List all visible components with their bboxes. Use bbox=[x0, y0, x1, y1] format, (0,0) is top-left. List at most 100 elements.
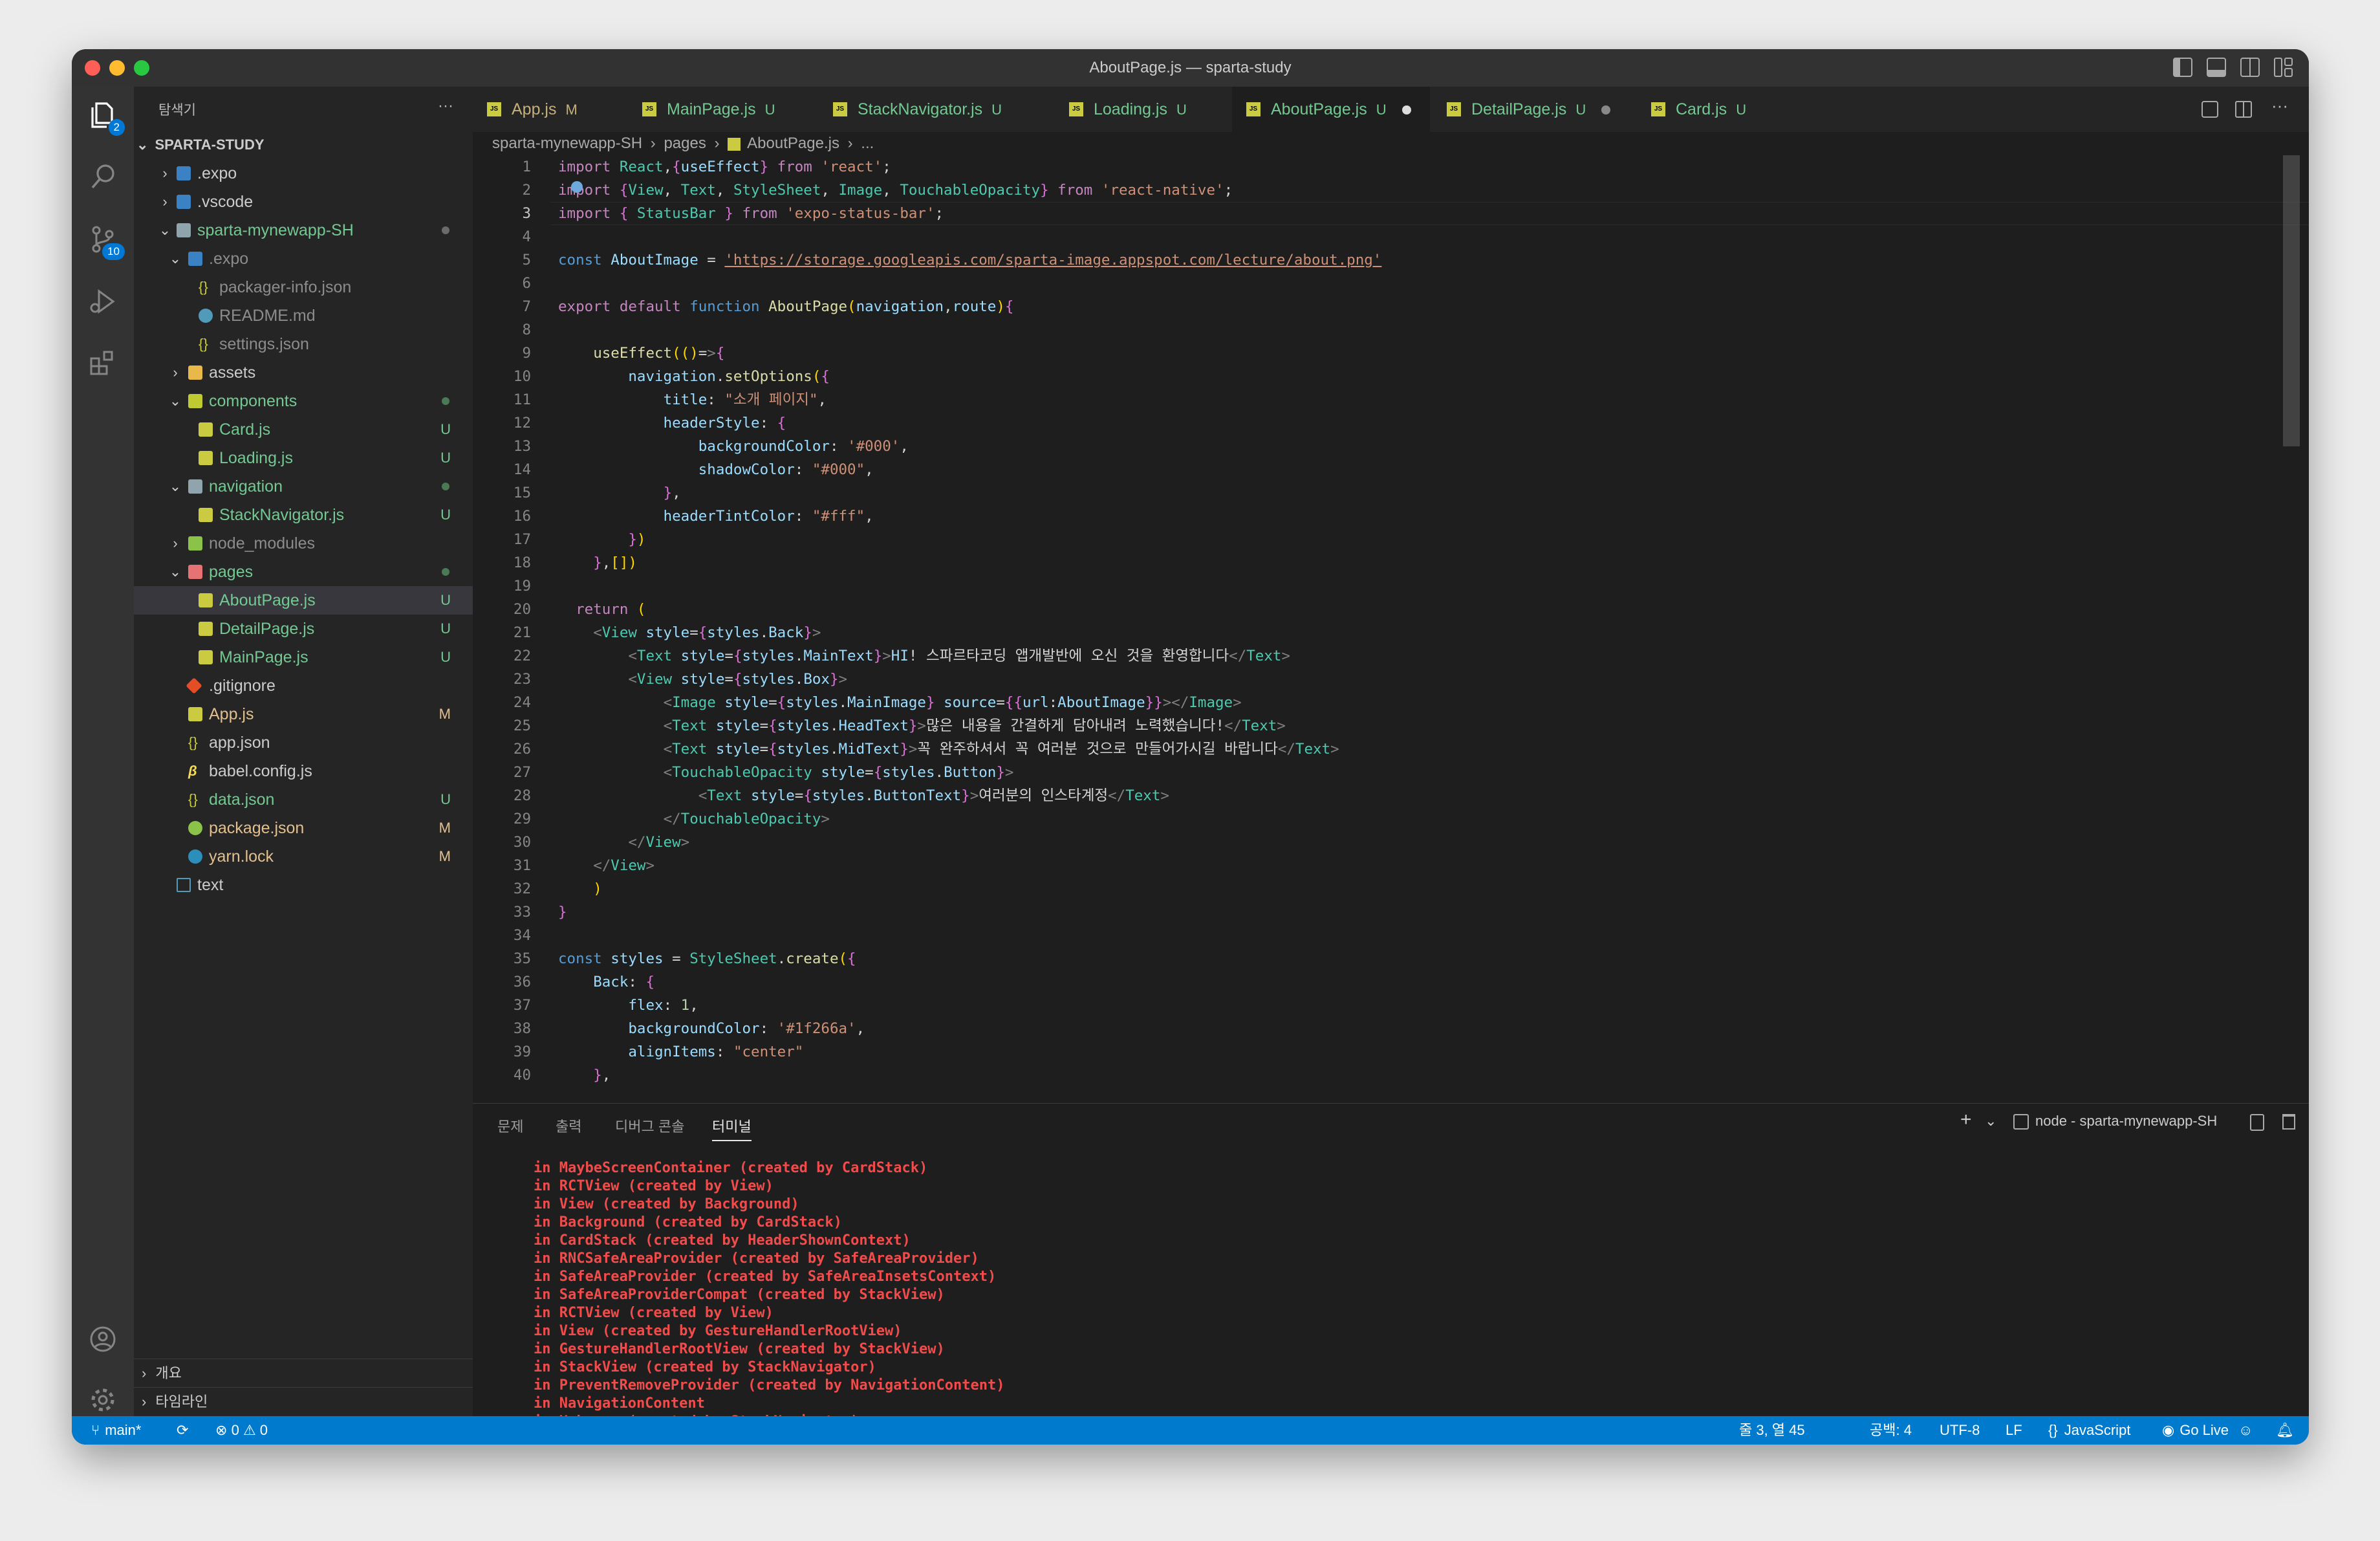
lightbulb-icon[interactable] bbox=[571, 181, 583, 193]
code-line[interactable]: useEffect(()=>{ bbox=[558, 342, 724, 365]
tree-item-stacknavigator[interactable]: StackNavigator.js U bbox=[134, 501, 473, 529]
code-line[interactable]: flex: 1, bbox=[558, 994, 698, 1017]
toggle-panel-icon[interactable] bbox=[2207, 58, 2226, 77]
code-line[interactable]: headerStyle: { bbox=[558, 411, 786, 435]
tab-loading[interactable]: JS Loading.js U bbox=[1055, 87, 1229, 132]
tab-stacknavigator[interactable]: JS StackNavigator.js U bbox=[819, 87, 1055, 132]
tree-item-gitignore[interactable]: .gitignore bbox=[134, 672, 473, 700]
account-icon[interactable] bbox=[87, 1324, 118, 1355]
tab-mainpage[interactable]: JS MainPage.js U bbox=[628, 87, 816, 132]
split-editor-icon[interactable] bbox=[2235, 101, 2252, 118]
indentation[interactable]: 공백: 4 bbox=[1870, 1416, 1912, 1445]
code-line[interactable]: },[]) bbox=[558, 551, 637, 574]
editor-more-icon[interactable]: ··· bbox=[2271, 96, 2288, 116]
tree-item-aboutpage[interactable]: AboutPage.js U bbox=[134, 586, 473, 615]
tab-debug-console[interactable]: 디버그 콘솔 bbox=[615, 1115, 684, 1136]
encoding[interactable]: UTF-8 bbox=[1940, 1416, 1980, 1445]
cursor-position[interactable]: 줄 3, 열 45 bbox=[1739, 1416, 1805, 1445]
tree-item-navigation[interactable]: ⌄ navigation bbox=[134, 472, 473, 501]
tree-item-app-js[interactable]: App.js M bbox=[134, 700, 473, 728]
trash-icon[interactable] bbox=[2282, 1114, 2295, 1130]
timeline-section[interactable]: › 타임라인 bbox=[134, 1387, 473, 1415]
terminal-dropdown-icon[interactable]: ⌄ bbox=[1985, 1113, 1996, 1130]
outline-section[interactable]: › 개요 bbox=[134, 1359, 473, 1387]
tree-item-yarn-lock[interactable]: yarn.lock M bbox=[134, 842, 473, 871]
problems-indicator[interactable]: ⊗ 0 ⚠ 0 bbox=[215, 1416, 268, 1445]
code-editor[interactable]: 1 2 3 4 5 6 7 8 9 10 11 12 13 14 15 16 17 18 19 20 21 22 23 24 2… bbox=[473, 155, 2309, 1103]
tab-aboutpage[interactable]: JS AboutPage.js U bbox=[1232, 87, 1430, 132]
code-line[interactable]: Back: { bbox=[558, 970, 654, 994]
tab-detailpage[interactable]: JS DetailPage.js U bbox=[1433, 87, 1636, 132]
breadcrumb-item[interactable]: sparta-mynewapp-SH bbox=[492, 135, 642, 152]
project-root[interactable]: ⌄ SPARTA-STUDY bbox=[136, 132, 265, 158]
tree-item-expo-sub[interactable]: ⌄ .expo bbox=[134, 245, 473, 273]
extensions-icon[interactable] bbox=[87, 348, 118, 379]
code-line[interactable]: <Text style={styles.MainText}>HI! 스파르타코딩… bbox=[558, 644, 1290, 668]
feedback-icon[interactable]: ☺ bbox=[2238, 1416, 2253, 1445]
code-line[interactable]: <View style={styles.Back}> bbox=[558, 621, 821, 644]
tab-card[interactable]: JS Card.js U bbox=[1637, 87, 1805, 132]
source-control-icon[interactable]: 10 bbox=[87, 224, 125, 260]
split-editor-layout-icon[interactable] bbox=[2240, 58, 2260, 77]
code-line[interactable]: }, bbox=[558, 1064, 611, 1087]
explorer-icon[interactable]: 2 bbox=[87, 100, 125, 136]
sync-icon[interactable]: ⟳ bbox=[177, 1416, 188, 1445]
notifications-bell-icon[interactable]: 🔔︎ bbox=[2276, 1416, 2294, 1445]
code-line[interactable]: const AboutImage = 'https://storage.goog… bbox=[558, 248, 1381, 272]
code-line[interactable]: title: "소개 페이지", bbox=[558, 388, 827, 411]
editor-scrollbar[interactable] bbox=[2283, 155, 2300, 446]
breadcrumb-item[interactable]: AboutPage.js bbox=[747, 135, 839, 152]
tree-item-data-json[interactable]: {} data.json U bbox=[134, 785, 473, 814]
customize-layout-icon[interactable] bbox=[2274, 58, 2293, 77]
tree-item-vscode[interactable]: › .vscode bbox=[134, 188, 473, 216]
tree-item-detailpage[interactable]: DetailPage.js U bbox=[134, 615, 473, 643]
tree-item-sparta-mynewapp[interactable]: ⌄ sparta-mynewapp-SH bbox=[134, 216, 473, 245]
toggle-sidebar-icon[interactable] bbox=[2173, 58, 2192, 77]
tree-item-pages[interactable]: ⌄ pages bbox=[134, 558, 473, 586]
search-icon[interactable] bbox=[87, 162, 118, 193]
unsaved-dot-icon[interactable] bbox=[1601, 105, 1611, 115]
code-line[interactable]: import React,{useEffect} from 'react'; bbox=[558, 155, 891, 179]
new-terminal-icon[interactable]: + bbox=[1960, 1109, 1972, 1131]
end-of-line[interactable]: LF bbox=[2006, 1416, 2022, 1445]
code-line[interactable]: </TouchableOpacity> bbox=[558, 807, 830, 831]
tree-item-components[interactable]: ⌄ components bbox=[134, 387, 473, 415]
terminal-instance[interactable]: node - sparta-mynewapp-SH bbox=[2013, 1113, 2217, 1130]
code-line[interactable]: <View style={styles.Box}> bbox=[558, 668, 847, 691]
tree-item-card[interactable]: Card.js U bbox=[134, 415, 473, 444]
code-line[interactable]: <Text style={styles.MidText}>꼭 완주하셔서 꼭 여… bbox=[558, 738, 1339, 761]
code-line[interactable]: }) bbox=[558, 528, 645, 551]
code-line[interactable]: alignItems: "center" bbox=[558, 1040, 803, 1064]
branch-indicator[interactable]: ⑂ main* bbox=[91, 1416, 141, 1445]
code-line[interactable]: headerTintColor: "#fff", bbox=[558, 505, 874, 528]
tab-terminal[interactable]: 터미널 bbox=[712, 1115, 752, 1141]
code-line[interactable]: <TouchableOpacity style={styles.Button}> bbox=[558, 761, 1014, 784]
tab-app-js[interactable]: JS App.js M bbox=[473, 87, 622, 132]
open-changes-icon[interactable] bbox=[2202, 101, 2218, 118]
code-line[interactable]: const styles = StyleSheet.create({ bbox=[558, 947, 856, 970]
code-line[interactable]: </View> bbox=[558, 831, 689, 854]
tab-problems[interactable]: 문제 bbox=[497, 1115, 523, 1136]
code-line[interactable]: <Image style={styles.MainImage} source={… bbox=[558, 691, 1242, 714]
tree-item-loading[interactable]: Loading.js U bbox=[134, 444, 473, 472]
tree-item-mainpage[interactable]: MainPage.js U bbox=[134, 643, 473, 672]
breadcrumb-item[interactable]: ... bbox=[861, 135, 874, 152]
code-line[interactable]: backgroundColor: '#1f266a', bbox=[558, 1017, 865, 1040]
run-debug-icon[interactable] bbox=[87, 286, 118, 317]
split-terminal-icon[interactable] bbox=[2250, 1114, 2264, 1131]
code-line[interactable]: return ( bbox=[558, 598, 645, 621]
tree-item-text[interactable]: text bbox=[134, 871, 473, 899]
code-line[interactable]: export default function AboutPage(naviga… bbox=[558, 295, 1013, 318]
tab-output[interactable]: 출력 bbox=[556, 1115, 581, 1136]
tree-item-readme[interactable]: README.md bbox=[134, 301, 473, 330]
code-line[interactable]: import {View, Text, StyleSheet, Image, T… bbox=[558, 179, 1233, 202]
code-line[interactable]: <Text style={styles.ButtonText}>여러분의 인스타… bbox=[558, 784, 1169, 807]
code-line[interactable]: navigation.setOptions({ bbox=[558, 365, 830, 388]
code-line[interactable]: ) bbox=[558, 877, 602, 901]
code-line[interactable]: }, bbox=[558, 481, 681, 505]
code-line[interactable]: shadowColor: "#000", bbox=[558, 458, 874, 481]
code-line[interactable]: </View> bbox=[558, 854, 654, 877]
code-line[interactable]: <Text style={styles.HeadText}>많은 내용을 간결하… bbox=[558, 714, 1286, 738]
tree-item-packager-info[interactable]: {} packager-info.json bbox=[134, 273, 473, 301]
unsaved-dot-icon[interactable] bbox=[1401, 105, 1411, 115]
